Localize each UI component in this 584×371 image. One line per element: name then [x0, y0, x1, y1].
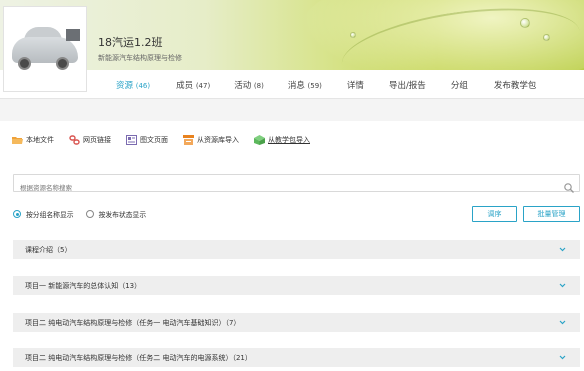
- tab-label: 消息: [287, 81, 305, 91]
- display-mode-options: 按分组名称显示 按发布状态显示: [13, 209, 158, 219]
- chevron-down-icon[interactable]: [559, 246, 566, 253]
- tab-details[interactable]: 详情: [347, 74, 364, 96]
- upload-local-file-button[interactable]: 本地文件: [12, 135, 54, 145]
- course-tabs: 资源 (46) 成员 (47) 活动 (8) 消息 (59) 详情 导出/报告 …: [98, 74, 537, 102]
- tool-label: 网页链接: [83, 136, 111, 144]
- group-title: 课程介绍（5）: [25, 245, 72, 254]
- resource-group[interactable]: 课程介绍（5）: [13, 240, 580, 259]
- tab-publish-package[interactable]: 发布教学包: [494, 74, 537, 96]
- import-from-library-button[interactable]: 从资源库导入: [183, 135, 239, 145]
- water-drop: [543, 34, 550, 41]
- radio-label: 按分组名称显示: [26, 211, 74, 219]
- add-rich-page-button[interactable]: 图文页面: [126, 135, 168, 145]
- tab-count: (59): [307, 82, 322, 90]
- tool-label: 图文页面: [140, 136, 168, 144]
- tab-members[interactable]: 成员 (47): [176, 74, 210, 96]
- tab-activities[interactable]: 活动 (8): [234, 74, 264, 96]
- group-title: 项目二 纯电动汽车结构原理与检修（任务一 电动汽车基础知识）（7）: [25, 318, 241, 327]
- course-cover-image[interactable]: [3, 6, 87, 92]
- tab-resources[interactable]: 资源 (46): [107, 74, 159, 102]
- display-by-group-radio[interactable]: 按分组名称显示: [13, 209, 74, 219]
- battery-box: [66, 29, 80, 41]
- resource-group[interactable]: 项目二 纯电动汽车结构原理与检修（任务一 电动汽车基础知识）（7）: [13, 313, 580, 332]
- link-icon: [69, 135, 80, 145]
- radio-indicator: [13, 210, 21, 218]
- tab-label: 活动: [234, 81, 252, 91]
- batch-manage-button[interactable]: 批量管理: [523, 206, 580, 222]
- tool-label: 从教学包导入: [268, 136, 310, 144]
- search-icon[interactable]: [564, 178, 574, 193]
- course-subtitle: 新能源汽车结构原理与检修: [98, 54, 182, 62]
- import-from-package-button[interactable]: 从教学包导入: [254, 135, 310, 145]
- group-title: 项目一 新能源汽车的总体认知（13）: [25, 281, 142, 290]
- tab-label: 发布教学包: [493, 81, 537, 91]
- display-by-status-radio[interactable]: 按发布状态显示: [85, 209, 147, 219]
- radio-indicator: [85, 210, 94, 218]
- chevron-down-icon[interactable]: [559, 319, 566, 326]
- tool-label: 本地文件: [26, 136, 54, 144]
- sort-button[interactable]: 调序: [472, 206, 517, 222]
- water-drop: [520, 18, 530, 28]
- tab-messages[interactable]: 消息 (59): [288, 74, 322, 96]
- tab-label: 导出/报告: [388, 81, 426, 91]
- tab-label: 成员: [176, 81, 194, 91]
- tool-label: 从资源库导入: [197, 136, 239, 144]
- tab-count: (8): [253, 82, 264, 90]
- tab-label: 分组: [450, 81, 468, 91]
- tab-export-report[interactable]: 导出/报告: [389, 74, 426, 96]
- resource-group[interactable]: 项目一 新能源汽车的总体认知（13）: [13, 276, 580, 295]
- radio-label: 按发布状态显示: [98, 211, 147, 219]
- folder-icon: [12, 135, 23, 145]
- resource-search-box: [13, 174, 580, 196]
- chevron-down-icon[interactable]: [559, 354, 566, 361]
- tab-label: 详情: [346, 81, 364, 91]
- tab-groups[interactable]: 分组: [451, 74, 468, 96]
- tab-label: 资源: [116, 81, 134, 91]
- car-wheel: [56, 57, 69, 70]
- car-wheel: [18, 57, 31, 70]
- content-separator: [0, 99, 584, 121]
- water-drop: [350, 32, 356, 38]
- add-web-link-button[interactable]: 网页链接: [69, 135, 111, 145]
- page-icon: [126, 135, 137, 145]
- tab-count: (46): [135, 82, 151, 90]
- resource-toolbar: 本地文件 网页链接 图文页面 从资源库导入 从教学包导入: [12, 133, 325, 147]
- resource-group[interactable]: 项目二 纯电动汽车结构原理与检修（任务二 电动汽车的电源系统）（21）: [13, 348, 580, 367]
- tab-count: (47): [195, 82, 211, 90]
- search-input[interactable]: [14, 180, 554, 196]
- group-title: 项目二 纯电动汽车结构原理与检修（任务二 电动汽车的电源系统）（21）: [25, 353, 252, 362]
- course-title: 18汽运1.2班: [98, 36, 163, 49]
- chevron-down-icon[interactable]: [559, 282, 566, 289]
- package-import-icon: [254, 135, 265, 145]
- library-import-icon: [183, 135, 194, 145]
